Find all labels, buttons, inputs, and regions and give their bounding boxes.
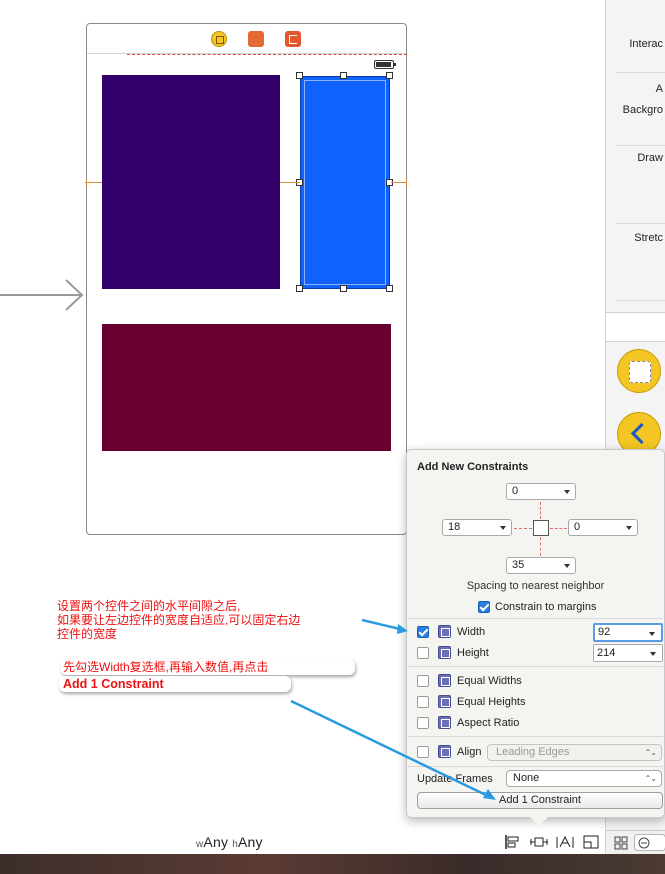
equal-widths-icon bbox=[438, 674, 451, 687]
exit-icon[interactable] bbox=[285, 31, 301, 47]
update-frames-label: Update Frames bbox=[417, 773, 493, 785]
aspect-ratio-icon bbox=[438, 716, 451, 729]
popover-separator bbox=[408, 618, 663, 619]
equal-heights-label: Equal Heights bbox=[457, 696, 526, 708]
equal-heights-checkbox[interactable] bbox=[417, 696, 429, 708]
popover-separator bbox=[408, 666, 663, 667]
desktop-background-strip bbox=[0, 854, 665, 874]
spacing-guide bbox=[391, 182, 407, 183]
maroon-view[interactable] bbox=[102, 324, 391, 451]
popover-arrow bbox=[530, 817, 548, 826]
constrain-margins-checkbox[interactable] bbox=[478, 601, 490, 613]
annotation-line: 如果要让左边控件的宽度自适应,可以固定右边 bbox=[57, 613, 301, 627]
pin-strut-right[interactable] bbox=[550, 528, 567, 529]
height-value-field[interactable]: 214 bbox=[593, 644, 663, 662]
pin-strut-bottom[interactable] bbox=[540, 537, 541, 556]
util-separator bbox=[616, 145, 665, 146]
size-class-w-value: Any bbox=[203, 834, 229, 850]
resolve-issues-icon[interactable] bbox=[556, 834, 574, 850]
annotation-note-steps: 先勾选Width复选框,再输入数值,再点击 bbox=[61, 659, 355, 675]
layout-margin-guide bbox=[127, 54, 407, 55]
spacing-guide bbox=[280, 182, 300, 183]
align-select[interactable]: Leading Edges bbox=[487, 744, 662, 761]
pin-strut-top[interactable] bbox=[540, 502, 541, 519]
pin-right-field[interactable]: 0 bbox=[568, 519, 638, 536]
blue-view-selected[interactable] bbox=[300, 76, 390, 289]
popover-separator bbox=[408, 766, 663, 767]
util-separator bbox=[616, 300, 665, 301]
entry-point-arrow-icon bbox=[0, 279, 84, 311]
height-label: Height bbox=[457, 647, 489, 659]
spacing-guide-tick bbox=[86, 179, 87, 186]
add-constraints-popover: Add New Constraints 0 18 0 35 Spacing to… bbox=[406, 449, 665, 818]
resize-handle[interactable] bbox=[340, 285, 347, 292]
battery-icon bbox=[374, 60, 396, 69]
annotation-line: 设置两个控件之间的水平间隙之后, bbox=[57, 599, 241, 613]
scene-dock bbox=[87, 24, 406, 54]
first-responder-icon[interactable] bbox=[248, 31, 264, 47]
purple-view[interactable] bbox=[102, 75, 280, 289]
width-checkbox[interactable] bbox=[417, 626, 429, 638]
height-constraint-icon bbox=[438, 646, 451, 659]
pin-left-field[interactable]: 18 bbox=[442, 519, 512, 536]
spacing-guide-tick bbox=[406, 179, 407, 186]
grid-view-icon[interactable] bbox=[614, 836, 628, 850]
pin-strut-left[interactable] bbox=[514, 528, 532, 529]
size-class-label[interactable]: wAny hAny bbox=[196, 834, 263, 850]
add-constraint-button[interactable]: Add 1 Constraint bbox=[417, 792, 663, 809]
resize-handle[interactable] bbox=[296, 285, 303, 292]
equal-widths-label: Equal Widths bbox=[457, 675, 522, 687]
pin-icon[interactable] bbox=[530, 834, 548, 850]
align-icon[interactable] bbox=[504, 834, 522, 850]
annotation-line: 控件的宽度 bbox=[57, 627, 118, 641]
align-checkbox[interactable] bbox=[417, 746, 429, 758]
resize-handle[interactable] bbox=[340, 72, 347, 79]
pin-center-box bbox=[533, 520, 549, 536]
resize-handle[interactable] bbox=[386, 72, 393, 79]
util-label-drawing: Draw bbox=[637, 152, 663, 164]
equal-heights-icon bbox=[438, 695, 451, 708]
util-separator bbox=[616, 72, 665, 73]
update-frames-select[interactable]: None bbox=[506, 770, 662, 787]
util-label-interaction: Interac bbox=[629, 38, 663, 50]
object-library-filter-bar[interactable] bbox=[606, 312, 665, 342]
library-bottom-bar bbox=[606, 830, 665, 854]
popover-separator bbox=[408, 736, 663, 737]
resizing-behavior-icon[interactable] bbox=[582, 834, 600, 850]
aspect-ratio-label: Aspect Ratio bbox=[457, 717, 520, 729]
util-label-background: Backgro bbox=[622, 104, 663, 116]
height-checkbox[interactable] bbox=[417, 647, 429, 659]
view-controller-icon[interactable] bbox=[211, 31, 227, 47]
util-label-alpha: A bbox=[655, 83, 663, 95]
annotation-note-button: Add 1 Constraint bbox=[59, 676, 291, 692]
aspect-ratio-checkbox[interactable] bbox=[417, 717, 429, 729]
util-label-stretching: Stretc bbox=[634, 232, 663, 244]
blue-view-inner bbox=[301, 77, 389, 288]
width-constraint-icon bbox=[438, 625, 451, 638]
width-value-field[interactable]: 92 bbox=[593, 623, 663, 642]
util-separator bbox=[616, 223, 665, 224]
view-controller-scene[interactable] bbox=[85, 23, 407, 535]
filter-icon bbox=[638, 837, 650, 849]
library-filter-field[interactable] bbox=[634, 834, 665, 851]
view-controller-object-icon[interactable] bbox=[617, 349, 661, 393]
pin-bottom-field[interactable]: 35 bbox=[506, 557, 576, 574]
spacing-label: Spacing to nearest neighbor bbox=[466, 580, 605, 592]
resize-handle[interactable] bbox=[386, 285, 393, 292]
popover-title: Add New Constraints bbox=[417, 461, 529, 473]
constrain-margins-label: Constrain to margins bbox=[495, 601, 597, 613]
equal-widths-checkbox[interactable] bbox=[417, 675, 429, 687]
size-class-h-value: Any bbox=[238, 834, 263, 850]
annotation-note-spacing: 设置两个控件之间的水平间隙之后, 如果要让左边控件的宽度自适应,可以固定右边 控… bbox=[57, 599, 300, 641]
align-label: Align bbox=[457, 746, 482, 758]
pin-top-field[interactable]: 0 bbox=[506, 483, 576, 500]
resize-handle[interactable] bbox=[296, 72, 303, 79]
align-constraint-icon bbox=[438, 745, 451, 758]
width-label: Width bbox=[457, 626, 486, 638]
spacing-guide bbox=[85, 182, 102, 183]
